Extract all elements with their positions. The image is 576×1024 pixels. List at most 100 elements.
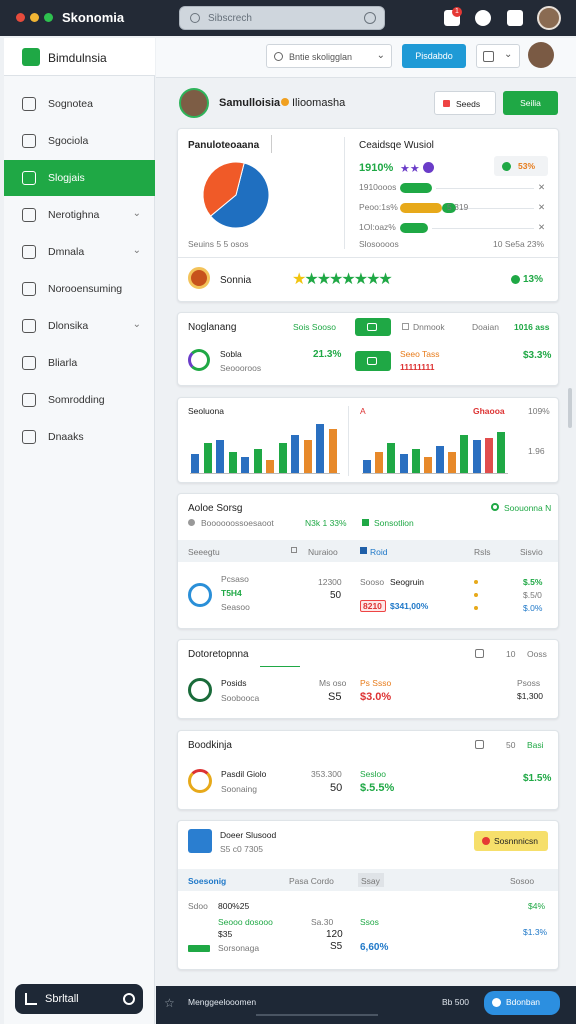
- checkbox-icon[interactable]: [402, 323, 409, 330]
- active-row-blue: $341,00%: [390, 601, 429, 611]
- chart-bar: [291, 434, 299, 474]
- search-input[interactable]: Sibscrech: [179, 6, 385, 30]
- header-chip: Ssay: [358, 873, 384, 887]
- close-icon[interactable]: ✕: [538, 222, 545, 233]
- listing-row-pct: 21.3%: [313, 349, 342, 360]
- detail-num-a: Ms oso: [319, 678, 347, 688]
- sidebar-item[interactable]: Bliarla: [4, 345, 155, 381]
- detail-red-top: Ps Ssso: [360, 678, 392, 688]
- active-sub-right: Sonsotlion: [374, 518, 414, 528]
- close-icon[interactable]: ✕: [538, 202, 545, 213]
- sidebar-item[interactable]: Dlonsika ⌄: [4, 308, 155, 344]
- bottom-action-button[interactable]: Bdonban: [484, 991, 560, 1015]
- badge-dot-icon: [482, 837, 490, 845]
- home-icon[interactable]: [475, 740, 484, 749]
- booking-right-val: $1.5%: [523, 773, 552, 784]
- sidebar-item-icon: [22, 356, 36, 370]
- booking-card: Boodkinja 50 Basi Pasdil Giolo Soonaing …: [177, 730, 559, 810]
- deals-r2-num: Sa.30: [311, 917, 334, 927]
- sidebar-item-label: Dmnala: [48, 246, 85, 258]
- chat-icon[interactable]: [507, 10, 523, 26]
- sidebar-item[interactable]: Slogjais: [4, 160, 155, 196]
- sidebar-item[interactable]: Dnaaks: [4, 419, 155, 455]
- column-header[interactable]: Rsls: [474, 547, 491, 557]
- listing-col4: 1016 ass: [514, 322, 550, 332]
- profile-avatar[interactable]: [179, 88, 209, 118]
- secondary-button[interactable]: Seeds: [434, 91, 496, 115]
- column-header[interactable]: Sisvio: [520, 547, 543, 557]
- avatar[interactable]: [528, 42, 554, 68]
- column-header[interactable]: Nuraioo: [308, 547, 338, 557]
- primary-button[interactable]: Seilia: [503, 91, 558, 115]
- scrollbar-thumb[interactable]: [568, 388, 572, 428]
- star-icon[interactable]: ☆: [164, 996, 175, 1010]
- sidebar-item-label: Somrodding: [48, 394, 105, 406]
- bar-track: [460, 208, 534, 209]
- dot-icon: [474, 580, 478, 584]
- detail-right-val: $1,300: [517, 691, 543, 701]
- sidebar-bottom-button[interactable]: Sbrltall: [15, 984, 143, 1014]
- column-header[interactable]: Sosoo: [510, 876, 534, 886]
- column-header[interactable]: Ssay: [361, 876, 380, 886]
- column-header[interactable]: Seeegtu: [188, 547, 220, 557]
- chevron-down-icon[interactable]: ⌄: [133, 319, 141, 330]
- checkbox-icon[interactable]: [291, 547, 297, 553]
- publish-button[interactable]: Pisdabdo: [402, 44, 466, 68]
- maximize-dot-icon[interactable]: [44, 13, 53, 22]
- active-row-c: Seasoo: [221, 602, 250, 612]
- bottom-action-label: Bdonban: [506, 997, 541, 1007]
- pie-caption: Seuins 5 5 osos: [188, 239, 249, 249]
- progress-ring-icon: [188, 583, 212, 607]
- minimize-dot-icon[interactable]: [30, 13, 39, 22]
- close-icon[interactable]: ✕: [538, 182, 545, 193]
- booking-sub: Soonaing: [221, 784, 257, 794]
- sidebar-item[interactable]: Somrodding: [4, 382, 155, 418]
- chart-bar: [387, 443, 396, 474]
- sidebar-item-label: Nerotighna: [48, 209, 100, 221]
- listing-top-button[interactable]: [355, 318, 391, 336]
- overview-title: Panuloteoaana: [188, 140, 260, 151]
- sidebar-item[interactable]: Norooensuming: [4, 271, 155, 307]
- active-v3: $.0%: [523, 603, 543, 613]
- sidebar-item[interactable]: Sognotea: [4, 86, 155, 122]
- sidebar-item[interactable]: Sgociola: [4, 123, 155, 159]
- view-select[interactable]: ⌄: [476, 44, 520, 68]
- brand[interactable]: Bimdulnsia: [4, 38, 155, 76]
- chart-bar: [460, 434, 469, 474]
- user-circle-icon[interactable]: [475, 10, 491, 26]
- divider: [344, 137, 345, 249]
- sidebar-item[interactable]: Dmnala ⌄: [4, 234, 155, 270]
- column-header[interactable]: Soesonig: [188, 876, 226, 886]
- flag-icon: [443, 100, 450, 107]
- filter-select[interactable]: Bntie skoligglan ⌄: [266, 44, 392, 68]
- chevron-down-icon[interactable]: ⌄: [133, 245, 141, 256]
- divider: [178, 257, 558, 258]
- square-icon: [362, 519, 369, 526]
- listing-row-button[interactable]: [355, 351, 391, 371]
- circle-icon: [423, 162, 434, 173]
- detail-sub: Soobooca: [221, 693, 260, 703]
- avatar[interactable]: [537, 6, 561, 30]
- toolbar: Bntie skoligglan ⌄ Pisdabdo ⌄: [156, 38, 576, 78]
- stats-row-bar: [400, 223, 540, 233]
- chart-bar: [328, 429, 337, 474]
- chart-bar: [216, 440, 224, 474]
- chevron-down-icon[interactable]: ⌄: [133, 208, 141, 219]
- chart-bar: [484, 437, 493, 474]
- column-header[interactable]: Pasa Cordo: [289, 876, 334, 886]
- progress-ring-icon: [188, 349, 210, 371]
- refresh-icon[interactable]: [364, 12, 376, 24]
- bar-chart-right: [362, 418, 508, 474]
- stats-title: Ceaidsqe Wusiol: [359, 140, 434, 151]
- sidebar-item[interactable]: Nerotighna ⌄: [4, 197, 155, 233]
- home-icon[interactable]: [475, 649, 484, 658]
- close-dot-icon[interactable]: [16, 13, 25, 22]
- column-header[interactable]: Roid: [370, 547, 387, 557]
- deals-badge[interactable]: Sosnnnicsn: [474, 831, 548, 851]
- booking-green-pct: $.5.5%: [360, 782, 395, 794]
- deals-r1-val: 800%25: [218, 901, 250, 911]
- charts-card: Seoluona A Ghaooa 109% 1.96: [177, 397, 559, 483]
- listing-col1: Sois Sooso: [293, 322, 336, 332]
- chart-bar: [399, 454, 408, 474]
- sidebar-item-icon: [22, 319, 36, 333]
